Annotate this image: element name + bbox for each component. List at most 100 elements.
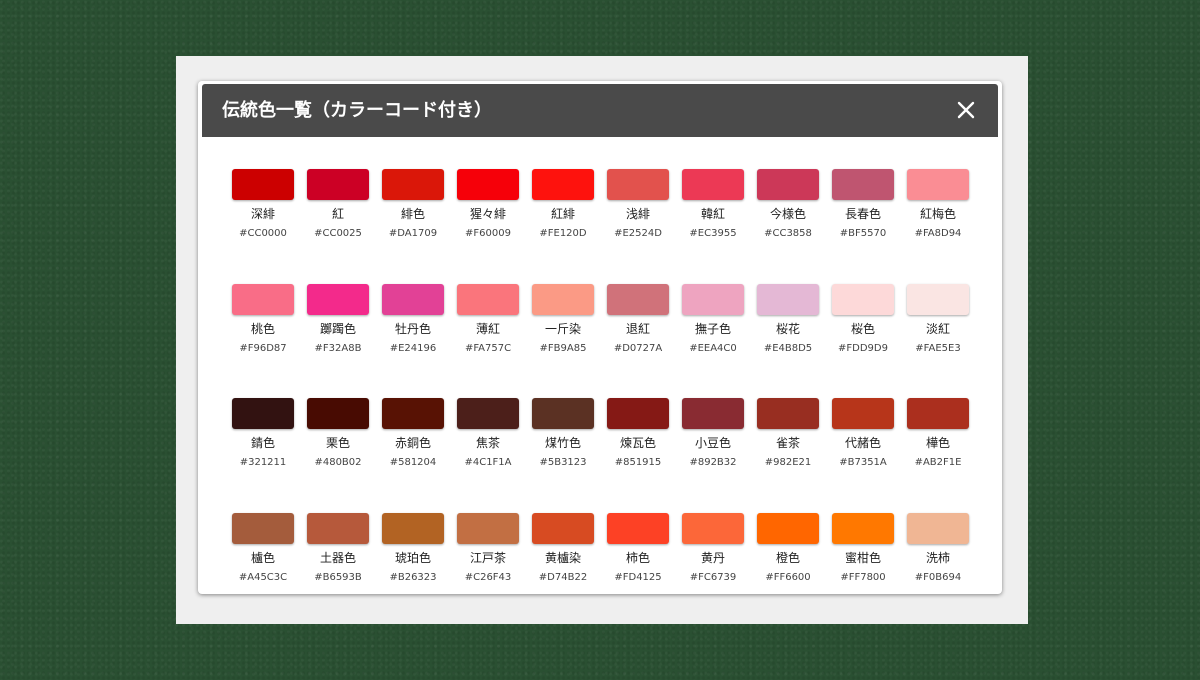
color-name: 橙色 [775, 550, 800, 565]
color-swatch[interactable] [907, 512, 969, 544]
color-swatch[interactable] [832, 398, 894, 429]
color-swatch[interactable] [382, 512, 444, 544]
color-item[interactable]: 淡紅 #FAE5E3 [907, 283, 969, 355]
color-name: 錆色 [250, 436, 275, 450]
color-name: 雀茶 [775, 436, 800, 450]
color-item[interactable]: 長春色 #BF5570 [832, 169, 894, 240]
color-swatch[interactable] [232, 398, 294, 429]
color-swatch[interactable] [307, 169, 369, 200]
color-swatch[interactable] [607, 398, 669, 429]
color-swatch[interactable] [532, 512, 594, 544]
color-swatch[interactable] [532, 283, 594, 315]
color-swatch[interactable] [307, 512, 369, 544]
color-swatch[interactable] [682, 398, 744, 429]
color-item[interactable]: 猩々緋 #F60009 [457, 169, 519, 240]
color-swatch[interactable] [757, 398, 819, 429]
color-item[interactable]: 撫子色 #EEA4C0 [682, 283, 744, 355]
color-item[interactable]: 薄紅 #FA757C [457, 283, 519, 355]
color-item[interactable]: 煉瓦色 #851915 [607, 398, 669, 469]
color-item[interactable]: 煤竹色 #5B3123 [532, 398, 594, 469]
color-swatch[interactable] [532, 169, 594, 200]
color-item[interactable]: 蜜柑色 #FF7800 [832, 512, 894, 584]
color-name: 江戸茶 [469, 550, 506, 565]
color-item[interactable]: 躑躅色 #F32A8B [307, 283, 369, 355]
color-item[interactable]: 韓紅 #EC3955 [682, 169, 744, 240]
color-code: #BF5570 [839, 228, 887, 239]
color-item[interactable]: 代赭色 #B7351A [832, 398, 894, 469]
color-item[interactable]: 琥珀色 #B26323 [382, 512, 444, 584]
color-item[interactable]: 深緋 #CC0000 [232, 169, 294, 240]
color-code: #D74B22 [538, 571, 588, 583]
color-swatch[interactable] [682, 283, 744, 315]
color-item[interactable]: 樺色 #AB2F1E [907, 398, 969, 469]
color-item[interactable]: 櫨色 #A45C3C [232, 512, 294, 584]
color-code: #892B32 [689, 457, 737, 468]
color-swatch[interactable] [907, 283, 969, 315]
color-name: 赤銅色 [394, 436, 431, 450]
color-item[interactable]: 柿色 #FD4125 [607, 512, 669, 584]
color-code: #E24196 [389, 342, 437, 354]
color-item[interactable]: 小豆色 #892B32 [682, 398, 744, 469]
color-item[interactable]: 紅梅色 #FA8D94 [907, 169, 969, 240]
color-item[interactable]: 栗色 #480B02 [307, 398, 369, 469]
color-swatch[interactable] [682, 512, 744, 544]
color-name: 牡丹色 [394, 321, 431, 336]
color-list-dialog: 伝統色一覧（カラーコード付き） 深緋 #CC0000 紅 #CC0025 緋色 #DA17… [198, 81, 1002, 594]
color-swatch[interactable] [682, 169, 744, 200]
color-swatch[interactable] [757, 512, 819, 544]
color-item[interactable]: 今様色 #CC3858 [757, 169, 819, 240]
color-swatch[interactable] [907, 398, 969, 429]
color-item[interactable]: 緋色 #DA1709 [382, 169, 444, 240]
color-item[interactable]: 桃色 #F96D87 [232, 283, 294, 355]
color-item[interactable]: 退紅 #D0727A [607, 283, 669, 355]
color-code: #B7351A [839, 457, 887, 468]
color-swatch[interactable] [832, 169, 894, 200]
color-swatch[interactable] [457, 283, 519, 315]
color-item[interactable]: 紅 #CC0025 [307, 169, 369, 240]
color-name: 黄櫨染 [544, 550, 581, 565]
color-swatch[interactable] [757, 283, 819, 315]
color-item[interactable]: 浅緋 #E2524D [607, 169, 669, 240]
color-swatch[interactable] [607, 512, 669, 544]
color-item[interactable]: 黄丹 #FC6739 [682, 512, 744, 584]
color-swatch[interactable] [832, 283, 894, 315]
color-swatch[interactable] [232, 512, 294, 544]
color-swatch[interactable] [382, 169, 444, 200]
color-swatch[interactable] [757, 169, 819, 200]
close-icon[interactable] [954, 98, 978, 122]
color-swatch[interactable] [307, 398, 369, 429]
color-name: 黄丹 [700, 550, 725, 565]
color-item[interactable]: 土器色 #B6593B [307, 512, 369, 584]
color-item[interactable]: 洗柿 #F0B694 [907, 512, 969, 584]
color-swatch[interactable] [907, 169, 969, 200]
color-item[interactable]: 赤銅色 #581204 [382, 398, 444, 469]
color-code: #FD4125 [614, 571, 662, 583]
color-swatch[interactable] [382, 283, 444, 315]
color-name: 躑躅色 [319, 321, 356, 336]
color-item[interactable]: 錆色 #321211 [232, 398, 294, 469]
color-swatch[interactable] [457, 512, 519, 544]
color-swatch[interactable] [607, 169, 669, 200]
color-swatch[interactable] [232, 283, 294, 315]
color-item[interactable]: 雀茶 #982E21 [757, 398, 819, 469]
color-code: #581204 [389, 457, 437, 468]
color-code: #851915 [614, 457, 662, 468]
color-swatch[interactable] [532, 398, 594, 429]
color-item[interactable]: 一斤染 #FB9A85 [532, 283, 594, 355]
color-item[interactable]: 橙色 #FF6600 [757, 512, 819, 584]
color-swatch[interactable] [232, 169, 294, 200]
color-item[interactable]: 黄櫨染 #D74B22 [532, 512, 594, 584]
color-swatch[interactable] [307, 283, 369, 315]
color-item[interactable]: 焦茶 #4C1F1A [457, 398, 519, 469]
color-swatch[interactable] [607, 283, 669, 315]
color-item[interactable]: 紅緋 #FE120D [532, 169, 594, 240]
color-swatch[interactable] [832, 512, 894, 544]
color-swatch[interactable] [382, 398, 444, 429]
color-item[interactable]: 桜花 #E4B8D5 [757, 283, 819, 355]
color-item[interactable]: 江戸茶 #C26F43 [457, 512, 519, 584]
color-code: #AB2F1E [914, 457, 962, 468]
color-item[interactable]: 桜色 #FDD9D9 [832, 283, 894, 355]
color-item[interactable]: 牡丹色 #E24196 [382, 283, 444, 355]
color-swatch[interactable] [457, 169, 519, 200]
color-swatch[interactable] [457, 398, 519, 429]
